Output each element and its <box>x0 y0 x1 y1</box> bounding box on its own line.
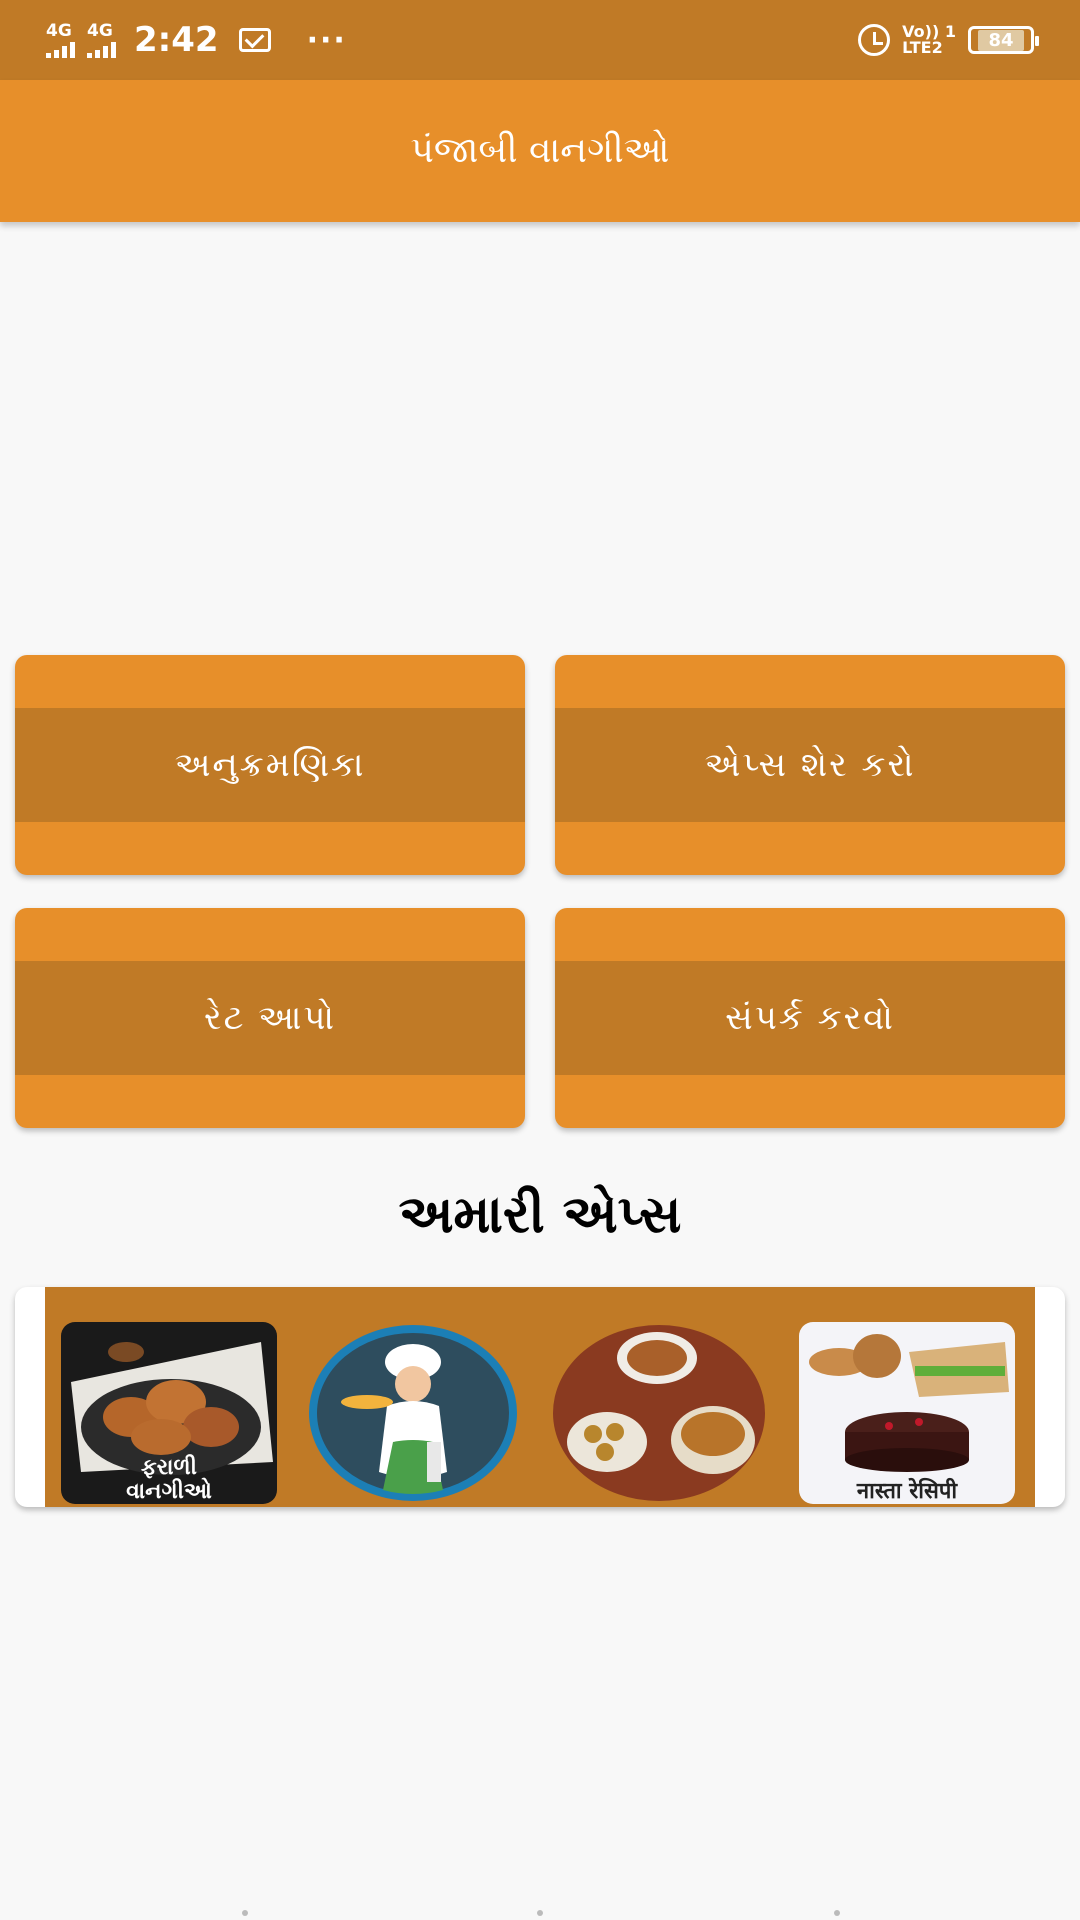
status-time: 2:42 <box>134 20 219 60</box>
curry-bowls-icon <box>553 1325 765 1501</box>
index-button-label: અનુક્રમણિકા <box>174 745 366 785</box>
signal-1-icon: 4G <box>46 22 75 58</box>
chef-icon <box>309 1325 517 1501</box>
share-apps-button[interactable]: એપ્સ શેર કરો <box>555 655 1065 875</box>
battery-level: 84 <box>978 29 1024 51</box>
app-bar: પંજાબી વાનગીઓ <box>0 80 1080 222</box>
our-apps-title: અમારી એપ્સ <box>398 1185 682 1245</box>
page-title: પંજાબી વાનગીઓ <box>410 130 670 171</box>
contact-button-label: સંપર્ક કરવો <box>725 998 895 1038</box>
contact-button[interactable]: સંપર્ક કરવો <box>555 908 1065 1128</box>
volte-indicator: Vo)) 1 LTE2 <box>902 22 956 57</box>
rate-button[interactable]: રેટ આપો <box>15 908 525 1128</box>
rate-button-label: રેટ આપો <box>204 998 336 1038</box>
farali-app-label: ફરાળી વાનગીઓ <box>126 1454 212 1504</box>
index-button[interactable]: અનુક્રમણિકા <box>15 655 525 875</box>
signal-2-icon: 4G <box>87 22 116 58</box>
nav-dot <box>242 1910 248 1916</box>
alarm-icon <box>858 24 891 56</box>
status-bar: 4G 4G 2:42 ··· Vo)) 1 LTE2 84 <box>0 0 1080 80</box>
share-apps-button-label: એપ્સ શેર કરો <box>704 745 916 785</box>
chef-app-icon[interactable] <box>307 1322 523 1504</box>
more-notifications-icon: ··· <box>306 22 347 58</box>
snacks-app-label: नास्ता रेसिपी <box>856 1478 958 1504</box>
apps-strip: ફરાળી વાનગીઓ नास्ता रेसिपी <box>45 1287 1035 1507</box>
nav-dot <box>537 1910 543 1916</box>
snacks-cake-icon <box>799 1322 1015 1504</box>
our-apps-banner[interactable]: ફરાળી વાનગીઓ नास्ता रेसिपी <box>15 1287 1065 1507</box>
message-icon <box>238 28 271 52</box>
snacks-app-icon[interactable]: नास्ता रेसिपी <box>799 1322 1015 1504</box>
nav-dot <box>834 1910 840 1916</box>
farali-app-icon[interactable]: ફરાળી વાનગીઓ <box>61 1322 277 1504</box>
curry-app-icon[interactable] <box>553 1322 769 1504</box>
battery-icon: 84 <box>968 26 1039 54</box>
